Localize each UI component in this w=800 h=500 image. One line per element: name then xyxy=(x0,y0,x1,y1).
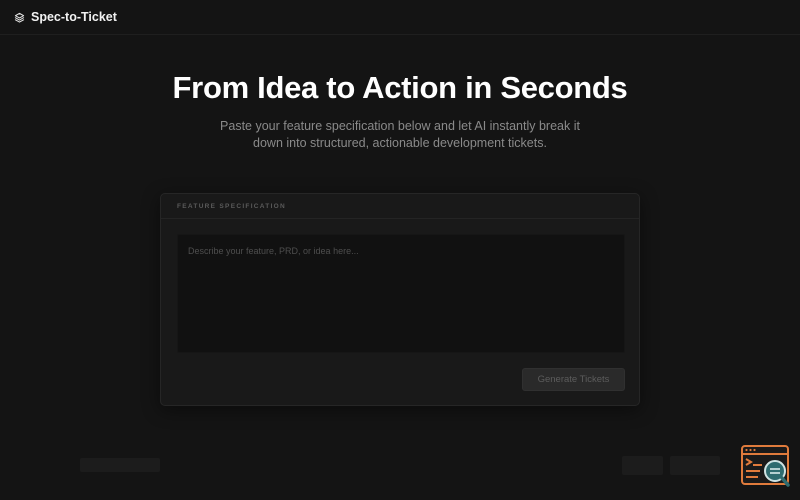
brand-name: Spec-to-Ticket xyxy=(31,10,117,24)
assistant-widget[interactable] xyxy=(740,444,792,490)
spec-input[interactable] xyxy=(177,234,625,353)
generate-tickets-button[interactable]: Generate Tickets xyxy=(522,368,625,391)
spec-card-header: FEATURE SPECIFICATION xyxy=(161,194,639,219)
layers-icon xyxy=(14,12,25,23)
top-bar: Spec-to-Ticket xyxy=(0,0,800,35)
spec-card: FEATURE SPECIFICATION Generate Tickets xyxy=(160,193,640,406)
hero-subtitle: Paste your feature specification below a… xyxy=(220,119,580,150)
skeleton-placeholder-right-1 xyxy=(622,456,663,475)
terminal-search-icon xyxy=(741,445,790,487)
skeleton-placeholder-left xyxy=(80,458,160,472)
spec-card-label: FEATURE SPECIFICATION xyxy=(177,202,287,210)
brand[interactable]: Spec-to-Ticket xyxy=(14,10,117,24)
hero-title: From Idea to Action in Seconds xyxy=(172,70,628,105)
skeleton-placeholder-right-2 xyxy=(670,456,720,475)
